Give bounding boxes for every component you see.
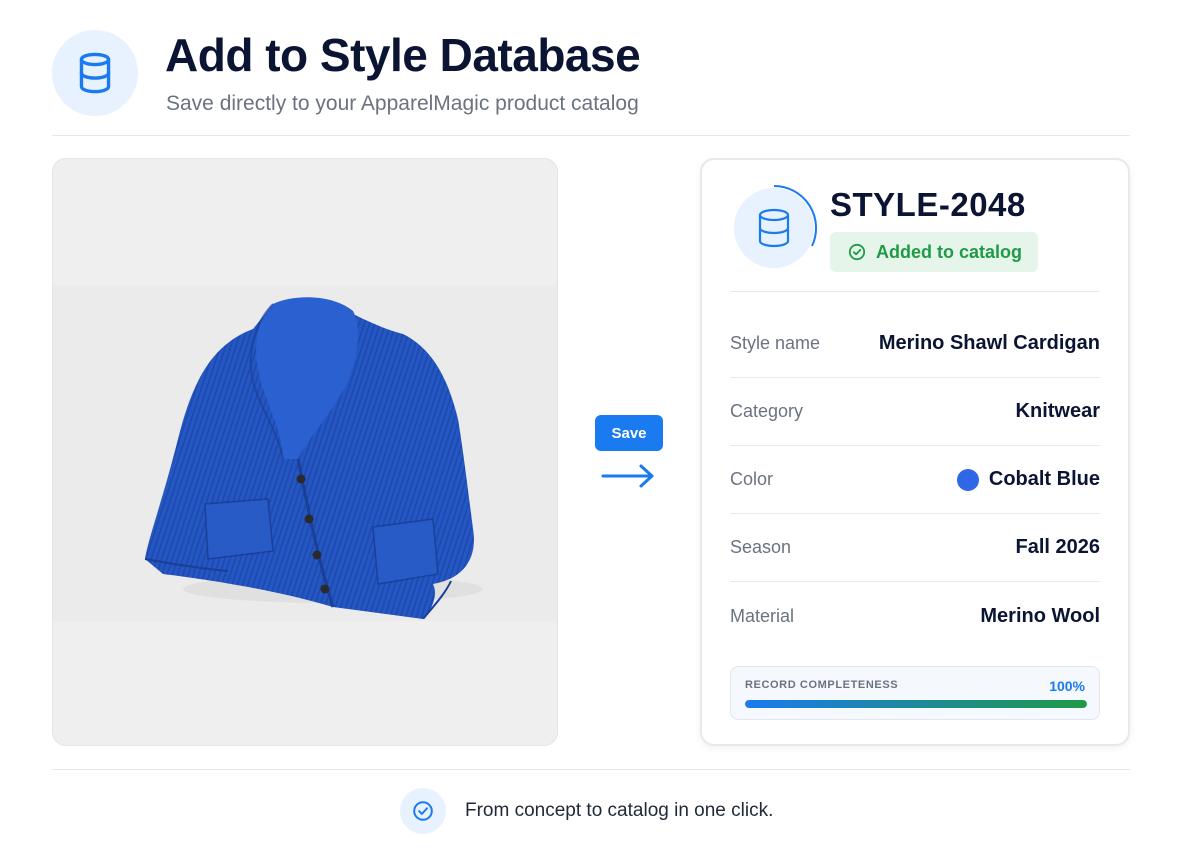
style-id: STYLE-2048 xyxy=(830,186,1026,223)
color-value-text: Cobalt Blue xyxy=(988,468,1100,490)
field-value: Fall 2026 xyxy=(1015,536,1100,558)
field-row-color: Color Cobalt Blue xyxy=(730,446,1100,514)
record-completeness: RECORD COMPLETENESS 100% xyxy=(730,666,1100,720)
footer-tagline: From concept to catalog in one click. xyxy=(465,800,774,821)
completeness-progress-fill xyxy=(745,700,1087,708)
field-label: Category xyxy=(730,401,804,421)
field-value: Knitwear xyxy=(1015,400,1100,422)
cardigan-image xyxy=(144,297,483,619)
status-badge: Added to catalog xyxy=(830,232,1038,272)
footer-divider xyxy=(52,769,1130,770)
field-row-season: Season Fall 2026 xyxy=(730,514,1100,582)
completeness-label: RECORD COMPLETENESS xyxy=(745,679,899,691)
field-label: Season xyxy=(730,537,792,557)
field-row-material: Material Merino Wool xyxy=(730,582,1100,650)
field-label: Color xyxy=(730,469,774,489)
status-label: Added to catalog xyxy=(876,241,1023,262)
check-circle-icon xyxy=(848,243,866,261)
card-divider xyxy=(730,291,1100,292)
field-value: Merino Wool xyxy=(980,604,1100,627)
page-subtitle: Save directly to your ApparelMagic produ… xyxy=(166,92,639,115)
completeness-progress-bar xyxy=(745,700,1087,708)
product-image-panel xyxy=(52,158,558,746)
completeness-percent: 100% xyxy=(1049,678,1085,694)
field-label: Style name xyxy=(730,333,821,353)
header-database-icon xyxy=(52,30,138,116)
save-button[interactable]: Save xyxy=(595,415,663,451)
field-label: Material xyxy=(730,605,795,626)
arrow-right-icon xyxy=(601,464,654,488)
color-swatch xyxy=(956,468,979,491)
footer-check-circle-icon xyxy=(400,788,446,834)
field-row-category: Category Knitwear xyxy=(730,378,1100,446)
header-divider xyxy=(52,135,1130,136)
page-title: Add to Style Database xyxy=(165,29,641,81)
field-value-color: Cobalt Blue xyxy=(956,468,1100,491)
record-database-icon xyxy=(730,182,818,272)
field-row-style-name: Style name Merino Shawl Cardigan xyxy=(730,310,1100,378)
style-record-card: STYLE-2048 Added to catalog Style name M… xyxy=(700,158,1130,746)
field-value: Merino Shawl Cardigan xyxy=(878,332,1100,354)
